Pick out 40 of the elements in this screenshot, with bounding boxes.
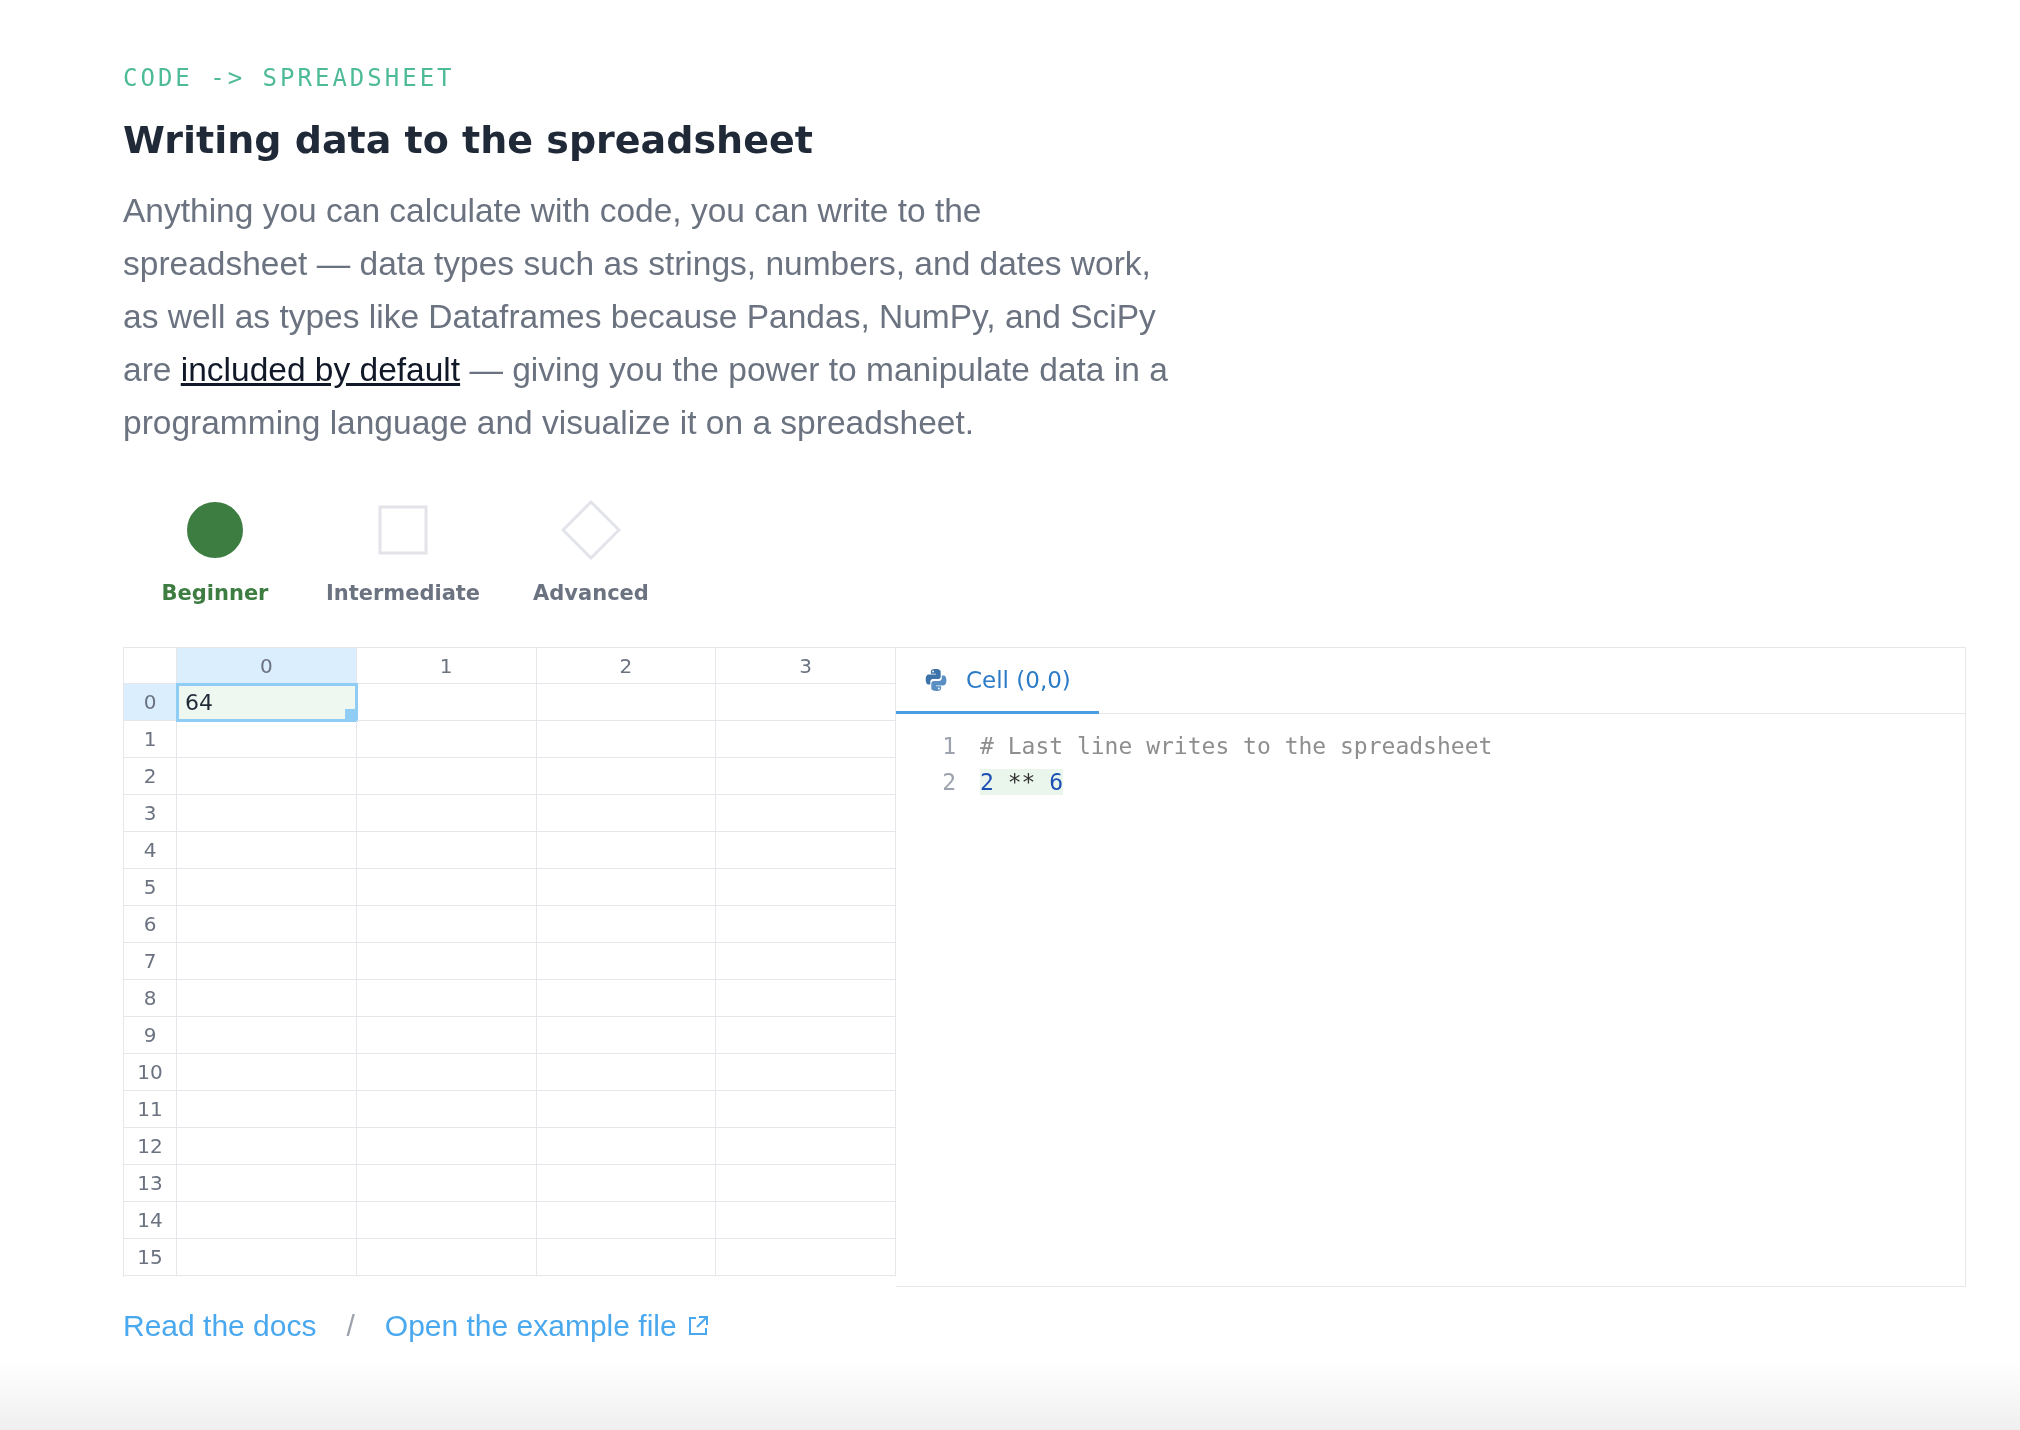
selected-cell[interactable]: 64: [177, 684, 357, 722]
row-header[interactable]: 2: [124, 758, 177, 796]
diamond-icon: [561, 500, 621, 560]
row-header[interactable]: 5: [124, 869, 177, 907]
row-header[interactable]: 4: [124, 832, 177, 870]
row-header[interactable]: 7: [124, 943, 177, 981]
row-header[interactable]: 0: [124, 684, 177, 722]
level-option[interactable]: Intermediate: [319, 500, 487, 608]
row-header[interactable]: 10: [124, 1054, 177, 1092]
column-header[interactable]: 3: [716, 648, 896, 685]
footer-link[interactable]: Read the docs: [123, 1309, 317, 1344]
python-icon: [924, 667, 948, 692]
row-header[interactable]: 3: [124, 795, 177, 833]
row-header[interactable]: 8: [124, 980, 177, 1018]
row-header[interactable]: 13: [124, 1165, 177, 1203]
level-option[interactable]: Advanced: [507, 500, 675, 608]
description-paragraph: Anything you can calculate with code, you can write to the spreadsheet — data types such as strings, numbers, and dates work, as well as types like Dataframes because Pandas, NumPy, and SciPy are included by default — giving you the power to manipulate data in a programming language and visualize it on a spreadsheet.: [123, 191, 1168, 443]
code-line: # Last line writes to the spreadsheet: [980, 733, 1493, 760]
row-header[interactable]: 6: [124, 906, 177, 944]
row-header[interactable]: 14: [124, 1202, 177, 1240]
column-header[interactable]: 1: [356, 648, 537, 685]
circle-icon: [187, 502, 243, 558]
line-number: 2: [941, 769, 956, 796]
row-header[interactable]: 12: [124, 1128, 177, 1166]
column-header[interactable]: 2: [536, 648, 717, 685]
row-header[interactable]: 11: [124, 1091, 177, 1129]
docs-link[interactable]: included by default: [180, 351, 461, 388]
line-number: 1: [941, 733, 956, 760]
row-header[interactable]: 9: [124, 1017, 177, 1055]
fill-handle[interactable]: [344, 709, 356, 721]
section-eyebrow: CODE -> SPREADSHEET: [123, 64, 456, 92]
cell-tab[interactable]: Cell (0,0): [896, 648, 1099, 715]
row-header[interactable]: 1: [124, 721, 177, 759]
row-header[interactable]: 15: [124, 1239, 177, 1277]
level-option[interactable]: Beginner: [131, 500, 299, 608]
column-header[interactable]: 0: [177, 648, 357, 685]
link-separator: /: [346, 1309, 355, 1344]
external-link-icon: [686, 1315, 709, 1338]
footer-link[interactable]: Open the example file: [384, 1309, 709, 1344]
section-title: Writing data to the spreadsheet: [123, 118, 814, 162]
